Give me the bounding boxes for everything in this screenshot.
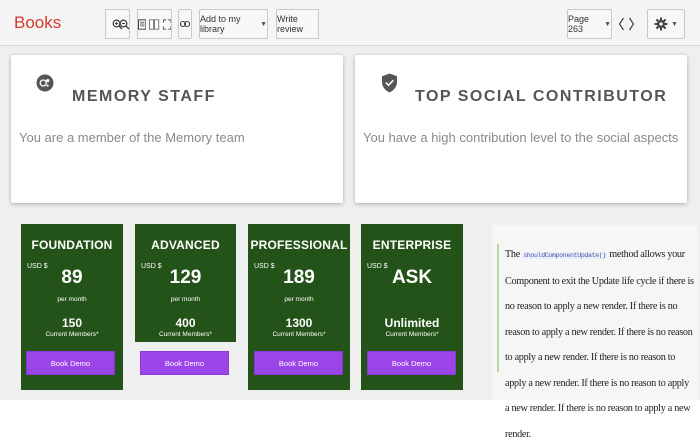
page-select[interactable]: Page 263 ▼ — [567, 9, 612, 39]
book-demo-button[interactable]: Book Demo — [26, 351, 115, 375]
app-title[interactable]: Books — [14, 13, 61, 33]
two-page-icon[interactable] — [149, 18, 160, 30]
book-demo-button[interactable]: Book Demo — [367, 351, 456, 375]
zoom-out-icon — [119, 19, 130, 30]
doc-excerpt-quote-bar — [497, 244, 499, 372]
plan-members-label: Current Members* — [158, 331, 213, 338]
view-mode-group — [137, 9, 172, 39]
plan-member-count: 150 — [61, 316, 83, 330]
plan-name: ENTERPRISE — [372, 238, 452, 252]
plan-advanced: ADVANCED USD $ 129 per month 400 Current… — [135, 224, 236, 342]
settings-button[interactable]: ▼ — [647, 9, 685, 39]
doc-body: method allows your Component to exit the… — [505, 249, 694, 440]
plan-period: per month — [57, 296, 87, 303]
doc-excerpt-text: The shouldComponentUpdate() method allow… — [505, 242, 695, 447]
doc-inline-code: shouldComponentUpdate() — [522, 252, 608, 259]
plan-name: ADVANCED — [151, 238, 220, 252]
link-icon — [180, 20, 190, 28]
plan-members-label: Current Members* — [45, 331, 99, 338]
single-page-icon[interactable] — [138, 18, 147, 30]
write-review-button[interactable]: Write review — [276, 9, 319, 39]
fullscreen-icon[interactable] — [162, 18, 171, 30]
chevron-down-icon: ▼ — [671, 20, 678, 28]
plan-members-label: Current Members* — [272, 331, 326, 338]
card-text: You are a member of the Memory team — [19, 130, 245, 145]
plan-enterprise: ENTERPRISE USD $ ASK Unlimited Current M… — [361, 224, 463, 390]
plan-members-label: Current Members* — [385, 331, 439, 338]
plan-member-count: Unlimited — [384, 316, 440, 330]
write-review-label: Write review — [277, 14, 304, 34]
plan-price: 89 — [61, 267, 83, 288]
plan-price: 129 — [169, 267, 202, 288]
card-text: You have a high contribution level to th… — [363, 130, 679, 145]
next-page-icon[interactable] — [628, 17, 635, 31]
book-demo-button[interactable]: Book Demo — [140, 351, 229, 375]
link-button[interactable] — [178, 9, 192, 39]
gear-icon — [654, 17, 668, 31]
books-toolbar: Books Add to my library ▼ Write review P… — [0, 0, 700, 46]
card-title: TOP SOCIAL CONTRIBUTOR — [415, 88, 668, 105]
plan-name: FOUNDATION — [31, 238, 113, 252]
plan-member-count: 1300 — [285, 316, 313, 330]
doc-prefix: The — [505, 249, 520, 260]
add-to-library-button[interactable]: Add to my library ▼ — [199, 9, 268, 39]
book-demo-button[interactable]: Book Demo — [254, 351, 343, 375]
page-select-label: Page 263 — [568, 14, 590, 34]
plan-price: ASK — [391, 267, 433, 288]
plan-member-count: 400 — [175, 316, 196, 330]
plan-period: per month — [284, 296, 314, 303]
plan-foundation: FOUNDATION USD $ 89 per month 150 Curren… — [21, 224, 123, 390]
add-to-library-label: Add to my library — [200, 14, 241, 34]
plan-period: per month — [170, 296, 201, 303]
plan-professional: PROFESSIONAL USD $ 189 per month 1300 Cu… — [248, 224, 350, 390]
badge-card-memory-staff: MEMORY STAFF You are a member of the Mem… — [11, 55, 343, 203]
card-title: MEMORY STAFF — [72, 88, 216, 105]
chevron-down-icon: ▼ — [604, 20, 611, 28]
badge-card-top-social-contributor: TOP SOCIAL CONTRIBUTOR You have a high c… — [355, 55, 687, 203]
plan-price: 189 — [283, 267, 315, 288]
previous-page-icon[interactable] — [618, 17, 625, 31]
shield-check-icon — [382, 73, 397, 93]
zoom-out-button[interactable] — [117, 9, 131, 39]
memory-icon — [36, 74, 54, 92]
page-nav-group — [613, 9, 639, 39]
chevron-down-icon: ▼ — [260, 20, 267, 28]
plan-name: PROFESSIONAL — [250, 238, 348, 252]
